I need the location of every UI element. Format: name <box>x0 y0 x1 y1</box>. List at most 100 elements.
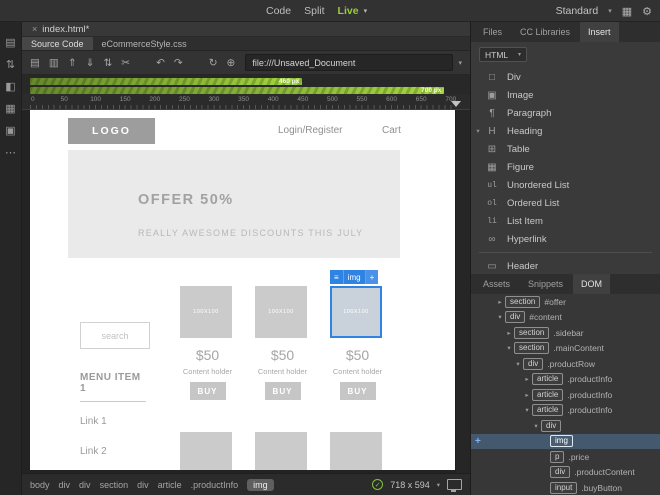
add-element-icon[interactable]: + <box>475 436 481 447</box>
insert-item-ordered-list[interactable]: ol Ordered List <box>471 194 660 212</box>
file-transfer-icon[interactable]: ⇅ <box>0 58 21 71</box>
close-icon[interactable]: × <box>32 24 37 34</box>
insert-item-hyperlink[interactable]: ∞ Hyperlink <box>471 230 660 248</box>
dom-node-article-productInfo[interactable]: ▾ article .productInfo <box>471 403 660 419</box>
tab-assets[interactable]: Assets <box>475 274 518 294</box>
undo-icon[interactable]: ↶ <box>156 57 165 69</box>
related-file-source-code[interactable]: Source Code <box>22 37 93 50</box>
expander-icon[interactable]: ▸ <box>495 298 505 306</box>
buy-button[interactable]: BUY <box>339 382 376 400</box>
insert-item-table[interactable]: ⊞ Table <box>471 140 660 158</box>
dom-node-div-productContent[interactable]: div .productContent <box>471 465 660 481</box>
insert-item-figure[interactable]: ▦ Figure <box>471 158 660 176</box>
search-input[interactable]: search <box>80 322 150 349</box>
media-query-bar-700[interactable]: 700 px <box>30 87 445 94</box>
dom-node-section-mainContent[interactable]: ▾ section .mainContent <box>471 341 660 357</box>
refresh-icon[interactable]: ↻ <box>209 57 218 69</box>
dom-node-article-productInfo[interactable]: ▸ article .productInfo <box>471 387 660 403</box>
layout-icon[interactable]: ▦ <box>622 5 632 18</box>
media-query-bar-460[interactable]: 460 px <box>30 78 303 85</box>
dom-node-p-price[interactable]: p .price <box>471 449 660 465</box>
insert-item-heading[interactable]: ▾ H Heading <box>471 122 660 140</box>
element-menu-icon[interactable]: ≡ <box>330 270 344 284</box>
insert-item-list-item[interactable]: li List Item <box>471 212 660 230</box>
dom-node-section-sidebar[interactable]: ▸ section .sidebar <box>471 325 660 341</box>
tab-snippets[interactable]: Snippets <box>520 274 571 294</box>
product-card-selected[interactable]: 100X100 $50 Content holder BUY <box>330 286 385 418</box>
tag-selector-productInfo[interactable]: .productInfo <box>191 480 239 490</box>
workspace-chevron-icon[interactable]: ▾ <box>608 7 612 15</box>
product-card[interactable]: 100X100 $50 Content holder BUY <box>255 286 310 418</box>
product-card[interactable]: 100X100 $50 Content holder BUY <box>180 286 235 418</box>
dom-node-input-buyButton[interactable]: input .buyButton <box>471 480 660 495</box>
address-bar[interactable]: file:///Unsaved_Document <box>245 54 454 71</box>
expander-icon[interactable]: ▾ <box>495 313 505 321</box>
workspace-switcher[interactable]: Standard <box>556 5 599 17</box>
tab-insert[interactable]: Insert <box>580 22 619 42</box>
insert-category-dropdown[interactable]: HTML ▾ <box>479 47 527 62</box>
tag-selector-article[interactable]: article <box>158 480 182 490</box>
tag-selector-div[interactable]: div <box>59 480 71 490</box>
address-bar-chevron-icon[interactable]: ▾ <box>453 59 464 67</box>
site-logo[interactable]: LOGO <box>68 118 155 144</box>
related-file-stylesheet[interactable]: eCommerceStyle.css <box>93 37 196 50</box>
login-register-link[interactable]: Login/Register <box>278 125 342 136</box>
live-mode-chevron-icon[interactable]: ▾ <box>364 7 368 15</box>
dom-node-div-productRow[interactable]: ▾ div .productRow <box>471 356 660 372</box>
expander-icon[interactable]: ▸ <box>522 391 532 399</box>
tab-files[interactable]: Files <box>475 22 510 42</box>
document-tab[interactable]: × index.html* <box>22 22 99 36</box>
cut-icon[interactable]: ✂ <box>121 57 130 69</box>
more-panels-icon[interactable]: ⋯ <box>0 146 21 159</box>
save-file-icon[interactable]: ▥ <box>49 57 59 69</box>
expander-icon[interactable]: ▾ <box>531 422 541 430</box>
insert-item-unordered-list[interactable]: ul Unordered List <box>471 176 660 194</box>
document-size[interactable]: 718 x 594 <box>390 480 430 490</box>
sidebar-link-2[interactable]: Link 2 <box>80 446 107 457</box>
insert-item-div[interactable]: □ Div <box>471 68 660 86</box>
mode-live[interactable]: Live <box>338 5 359 17</box>
tab-cc-libraries[interactable]: CC Libraries <box>512 22 578 42</box>
device-preview-icon[interactable] <box>447 479 462 492</box>
tag-selector-img[interactable]: img <box>247 478 274 491</box>
gear-icon[interactable]: ⚙ <box>642 5 652 18</box>
expander-icon[interactable]: ▸ <box>504 329 514 337</box>
lint-ok-icon[interactable]: ✓ <box>372 479 384 490</box>
expander-icon[interactable]: ▸ <box>522 375 532 383</box>
insert-item-header[interactable]: ▭ Header <box>471 257 660 274</box>
expander-icon[interactable]: ▾ <box>504 344 514 352</box>
live-view-canvas[interactable]: LOGO Login/Register Cart OFFER 50% REALL… <box>30 110 455 470</box>
insert-item-paragraph[interactable]: ¶ Paragraph <box>471 104 660 122</box>
dom-panel-icon[interactable]: ▣ <box>0 124 21 137</box>
tag-selector-div[interactable]: div <box>79 480 91 490</box>
css-designer-icon[interactable]: ◧ <box>0 80 21 93</box>
element-display[interactable]: ≡ img + <box>330 270 379 284</box>
product-image-placeholder[interactable]: 100X100 <box>330 286 382 338</box>
buy-button[interactable]: BUY <box>264 382 301 400</box>
element-add-icon[interactable]: + <box>364 270 379 284</box>
size-chevron-icon[interactable]: ▾ <box>437 481 440 489</box>
sidebar-link-1[interactable]: Link 1 <box>80 416 107 427</box>
download-icon[interactable]: ⇓ <box>86 57 95 69</box>
tab-dom[interactable]: DOM <box>573 274 611 294</box>
dom-node-img[interactable]: + img <box>471 433 660 449</box>
preview-globe-icon[interactable]: ⊕ <box>227 57 236 69</box>
dom-node-article-productInfo[interactable]: ▸ article .productInfo <box>471 372 660 388</box>
expander-icon[interactable]: ▾ <box>471 127 483 135</box>
insert-panel-icon[interactable]: ▦ <box>0 102 21 115</box>
vertical-scrollbar[interactable] <box>455 110 470 473</box>
tag-selector-div[interactable]: div <box>137 480 149 490</box>
tag-selector-body[interactable]: body <box>30 480 50 490</box>
redo-icon[interactable]: ↷ <box>174 57 183 69</box>
dom-node-section-offer[interactable]: ▸ section #offer <box>471 294 660 310</box>
dom-node-div-content[interactable]: ▾ div #content <box>471 310 660 326</box>
cart-link[interactable]: Cart <box>382 125 401 136</box>
dom-node-div[interactable]: ▾ div <box>471 418 660 434</box>
buy-button[interactable]: BUY <box>189 382 226 400</box>
insert-item-image[interactable]: ▣ Image <box>471 86 660 104</box>
expander-icon[interactable]: ▾ <box>522 406 532 414</box>
mode-split[interactable]: Split <box>304 5 324 17</box>
expander-icon[interactable]: ▾ <box>513 360 523 368</box>
open-file-icon[interactable]: ▤ <box>30 57 40 69</box>
mode-code[interactable]: Code <box>266 5 291 17</box>
